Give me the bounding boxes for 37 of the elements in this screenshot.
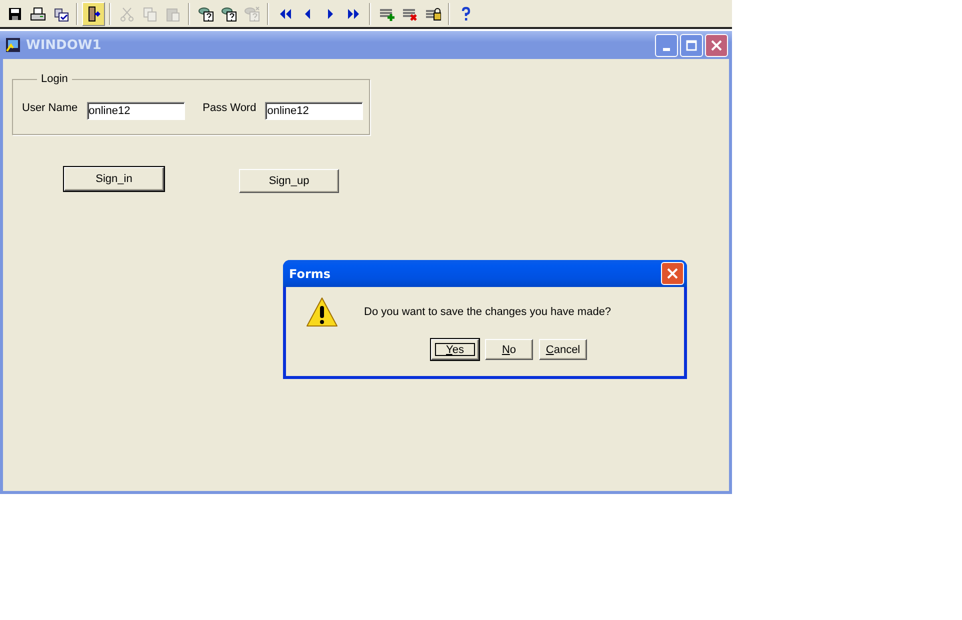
maximize-icon [686, 40, 697, 50]
dialog-button[interactable]: Yes [431, 339, 479, 360]
window-title: WINDOW1 [26, 38, 102, 52]
form-button[interactable]: Sign_in [64, 167, 164, 191]
lock-icon [424, 6, 440, 22]
app-icon [5, 37, 21, 53]
scissors-icon [118, 6, 134, 22]
query-icon [198, 6, 214, 22]
copy-icon [142, 6, 158, 22]
group-title: Login [37, 73, 72, 85]
paste-icon [164, 6, 180, 22]
printer-icon [30, 6, 46, 22]
close-icon [711, 40, 722, 50]
warning-icon [306, 297, 338, 327]
query-icon [220, 6, 236, 22]
dialog-button[interactable]: No [485, 339, 533, 360]
field-label: User Name [22, 102, 78, 114]
close-button[interactable] [705, 34, 728, 56]
minimize-button[interactable] [655, 34, 678, 56]
field-label: Pass Word [202, 102, 256, 114]
save-icon [6, 6, 22, 22]
door-arrow-icon [86, 6, 102, 22]
dialog-button[interactable]: Cancel [539, 339, 587, 360]
input-field[interactable]: online12 [86, 102, 185, 120]
exit-tool-button[interactable] [82, 2, 105, 26]
dialog-title: Forms [289, 266, 332, 280]
input-field[interactable]: online12 [265, 102, 364, 120]
close-button[interactable] [661, 262, 684, 285]
close-icon [667, 268, 678, 279]
minimize-icon [663, 48, 670, 51]
dialog-message: Do you want to save the changes you have made? [364, 306, 612, 318]
form-button[interactable]: Sign_up [239, 169, 339, 193]
maximize-button[interactable] [680, 34, 703, 56]
right-arrow-icon [327, 8, 334, 20]
left-arrow-icon [304, 8, 311, 20]
document-check-icon [52, 6, 68, 22]
query-cancel-icon [244, 6, 260, 22]
